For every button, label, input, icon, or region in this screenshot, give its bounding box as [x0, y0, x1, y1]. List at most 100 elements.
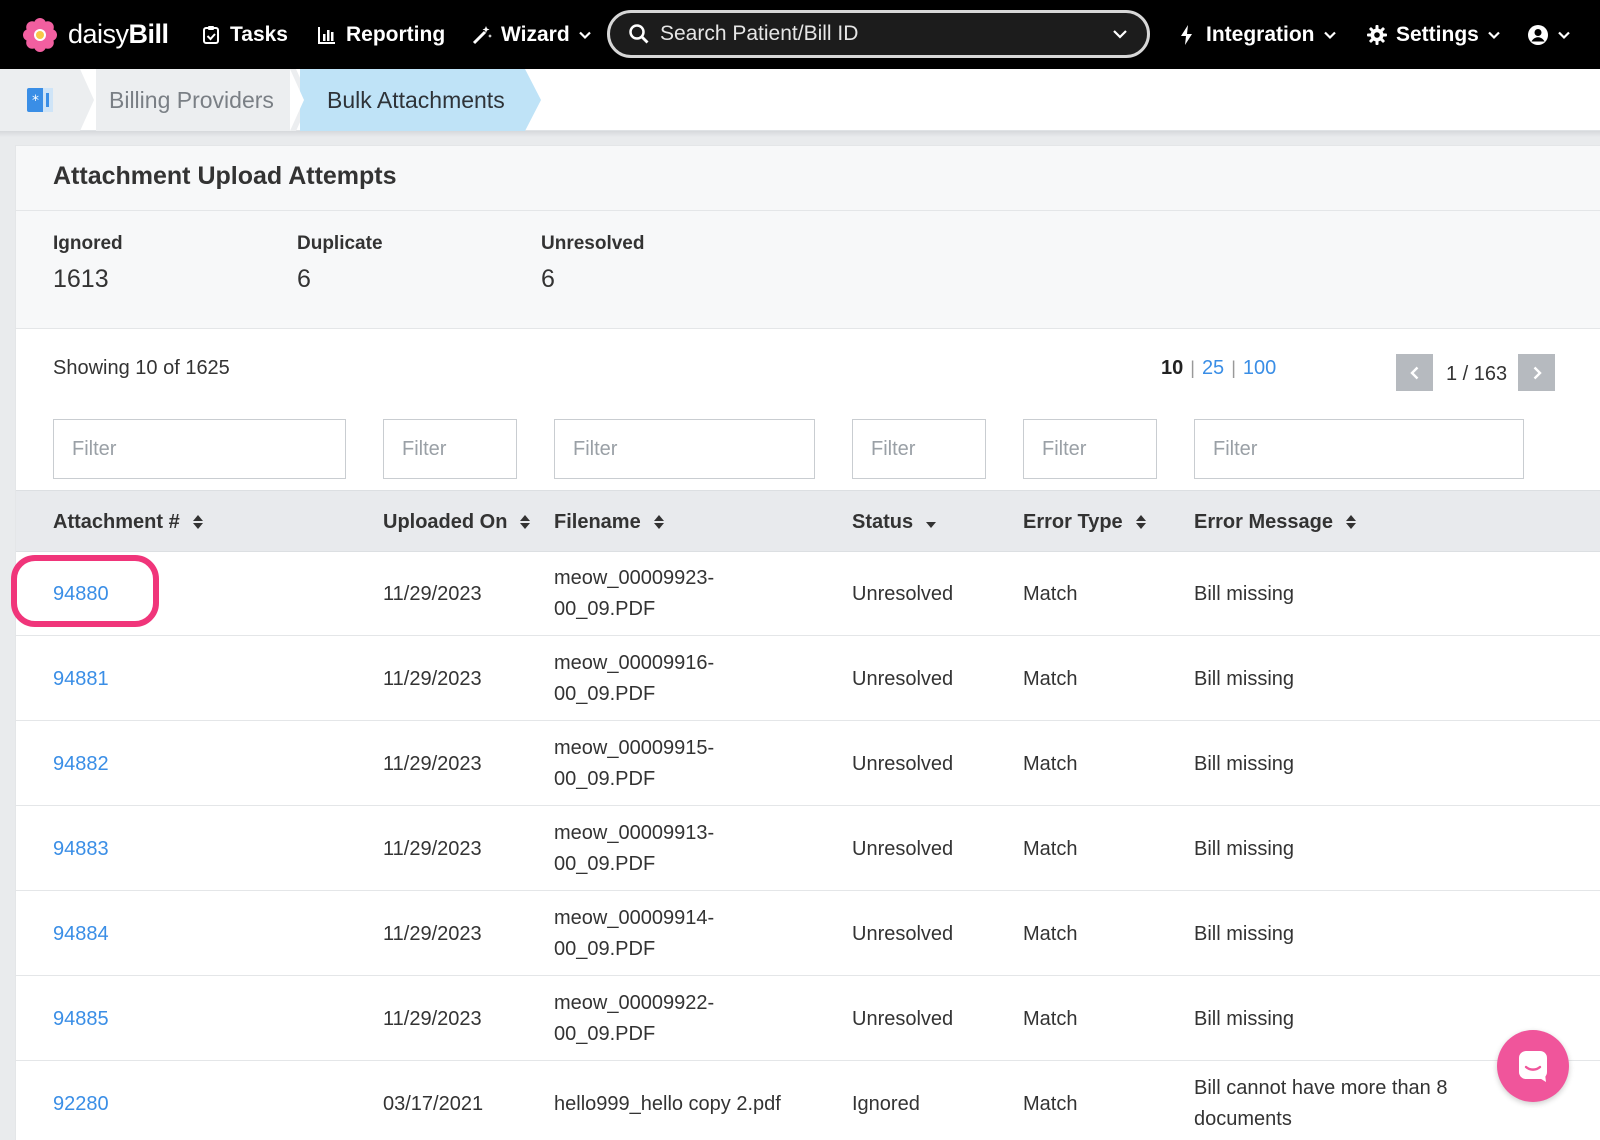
table-row: 94882 11/29/2023 meow_00009915- 00_09.PDF Un… [16, 722, 1600, 806]
breadcrumb-separator [80, 69, 94, 131]
chevron-down-icon [578, 31, 591, 39]
column-filename[interactable]: Filename [554, 491, 665, 553]
table-header: Attachment # Uploaded On Filename Status… [16, 490, 1600, 552]
filename-cell: meow_00009916- 00_09.PDF [554, 637, 714, 721]
stat-duplicate: Duplicate 6 [297, 233, 383, 294]
chevron-left-icon [1409, 366, 1418, 379]
filename-cell: meow_00009914- 00_09.PDF [554, 892, 714, 976]
page-title: Attachment Upload Attempts [53, 162, 397, 190]
cell-line: Bill missing [1194, 582, 1295, 605]
nav-integration[interactable]: Integration [1176, 0, 1337, 69]
nav-reporting[interactable]: Reporting [316, 0, 445, 69]
stat-unresolved: Unresolved 6 [541, 233, 644, 294]
page-size-option-25[interactable]: 25 [1202, 357, 1224, 380]
nav-wizard-label: Wizard [501, 22, 570, 46]
brand-name: daisyBill [68, 19, 169, 49]
daisy-logo-icon [23, 17, 57, 52]
column-uploaded-on[interactable]: Uploaded On [383, 491, 531, 553]
wizard-icon [472, 25, 492, 44]
uploaded-on-cell: 11/29/2023 [383, 1007, 482, 1030]
table-row: 94885 11/29/2023 meow_00009922- 00_09.PDF Un… [16, 977, 1600, 1061]
chat-icon [1519, 1051, 1547, 1082]
cell-line: meow_00009915- [554, 737, 715, 759]
attachment-number-link[interactable]: 92280 [53, 1062, 109, 1140]
tasks-icon [203, 25, 219, 44]
sort-icon [520, 515, 531, 529]
daisybill-logo[interactable]: daisyBill [22, 0, 169, 69]
filter-uploaded-on[interactable] [383, 419, 517, 479]
filename-cell: meow_00009923- 00_09.PDF [554, 552, 714, 636]
filter-filename[interactable] [554, 419, 815, 479]
column-attachment-number[interactable]: Attachment # [53, 491, 204, 553]
cell-line: Bill missing [1194, 752, 1295, 775]
search-icon [629, 24, 649, 44]
column-status[interactable]: Status [852, 491, 937, 553]
attachment-number-link[interactable]: 94881 [53, 637, 109, 721]
search-dropdown-chevron-icon[interactable] [1111, 25, 1129, 43]
stat-value: 6 [541, 265, 555, 293]
attachment-number-link[interactable]: 94883 [53, 807, 109, 891]
uploaded-on-cell: 11/29/2023 [383, 922, 482, 945]
chat-launcher-button[interactable] [1497, 1030, 1569, 1102]
column-label: Error Message [1194, 510, 1333, 533]
breadcrumb-separator [290, 69, 304, 131]
cell-line: Bill missing [1194, 667, 1295, 690]
attachment-number-link[interactable]: 94880 [53, 552, 109, 636]
attachment-number-link[interactable]: 94884 [53, 892, 109, 976]
breadcrumb-home[interactable]: * [0, 69, 80, 131]
filter-error-type[interactable] [1023, 419, 1157, 479]
uploaded-on-cell: 11/29/2023 [383, 667, 482, 690]
column-error-type[interactable]: Error Type [1023, 491, 1147, 553]
table-row: 94881 11/29/2023 meow_00009916- 00_09.PDF Un… [16, 637, 1600, 721]
error-type-cell: Match [1023, 837, 1078, 860]
breadcrumb: * Billing Providers Bulk Attachments [0, 69, 1600, 131]
page-indicator: 1 / 163 [1446, 363, 1508, 385]
filter-attachment-number[interactable] [53, 419, 346, 479]
filter-status[interactable] [852, 419, 986, 479]
column-label: Filename [554, 510, 641, 533]
nav-settings-label: Settings [1396, 22, 1479, 46]
error-message-cell: Bill missing [1194, 637, 1294, 721]
breadcrumb-bulk-attachments[interactable]: Bulk Attachments [300, 69, 525, 131]
filename-cell: meow_00009915- 00_09.PDF [554, 722, 714, 806]
status-cell: Unresolved [852, 1007, 954, 1030]
cell-line: 00_09.PDF [554, 683, 656, 705]
breadcrumb-billing-providers[interactable]: Billing Providers [96, 69, 296, 131]
cell-line: meow_00009922- [554, 992, 715, 1014]
nav-reporting-label: Reporting [346, 22, 446, 46]
panel-header: Attachment Upload Attempts [16, 146, 1600, 211]
page-size-option-100[interactable]: 100 [1243, 357, 1276, 380]
breadcrumb-separator [525, 69, 541, 131]
stat-value: 6 [297, 265, 311, 293]
settings-icon [1367, 24, 1387, 45]
cell-line: Bill cannot have more than 8 [1194, 1077, 1448, 1099]
search-input[interactable]: Search Patient/Bill ID [607, 10, 1150, 58]
previous-page-button[interactable] [1396, 354, 1433, 391]
next-page-button[interactable] [1518, 354, 1555, 391]
uploaded-on-cell: 03/17/2021 [383, 1092, 484, 1115]
svg-text:*: * [32, 93, 39, 109]
attachment-upload-panel: Attachment Upload Attempts Ignored 1613 … [11, 145, 1600, 1140]
nav-user-menu[interactable] [1527, 0, 1571, 69]
uploaded-on-cell: 11/29/2023 [383, 582, 482, 605]
nav-tasks[interactable]: Tasks [200, 0, 288, 69]
column-label: Attachment # [53, 510, 180, 533]
error-type-cell: Match [1023, 582, 1078, 605]
stat-label: Ignored [53, 233, 123, 254]
nav-settings[interactable]: Settings [1366, 0, 1501, 69]
stat-label: Duplicate [297, 233, 383, 254]
column-error-message[interactable]: Error Message [1194, 491, 1357, 553]
cell-line: 00_09.PDF [554, 938, 656, 960]
page-size-current[interactable]: 10 [1161, 357, 1183, 380]
cell-line: 00_09.PDF [554, 768, 656, 790]
nav-wizard[interactable]: Wizard [471, 0, 592, 69]
uploaded-on-cell: 11/29/2023 [383, 752, 482, 775]
uploaded-on-cell: 11/29/2023 [383, 837, 482, 860]
filter-error-message[interactable] [1194, 419, 1524, 479]
table-row: 94884 11/29/2023 meow_00009914- 00_09.PDF Un… [16, 892, 1600, 976]
top-nav: daisyBill Tasks Reporting Wizard Search … [0, 0, 1600, 69]
attachment-number-link[interactable]: 94885 [53, 977, 109, 1061]
attachment-number-link[interactable]: 94882 [53, 722, 109, 806]
cell-line: Bill missing [1194, 1007, 1295, 1030]
cell-line: meow_00009913- [554, 822, 715, 844]
